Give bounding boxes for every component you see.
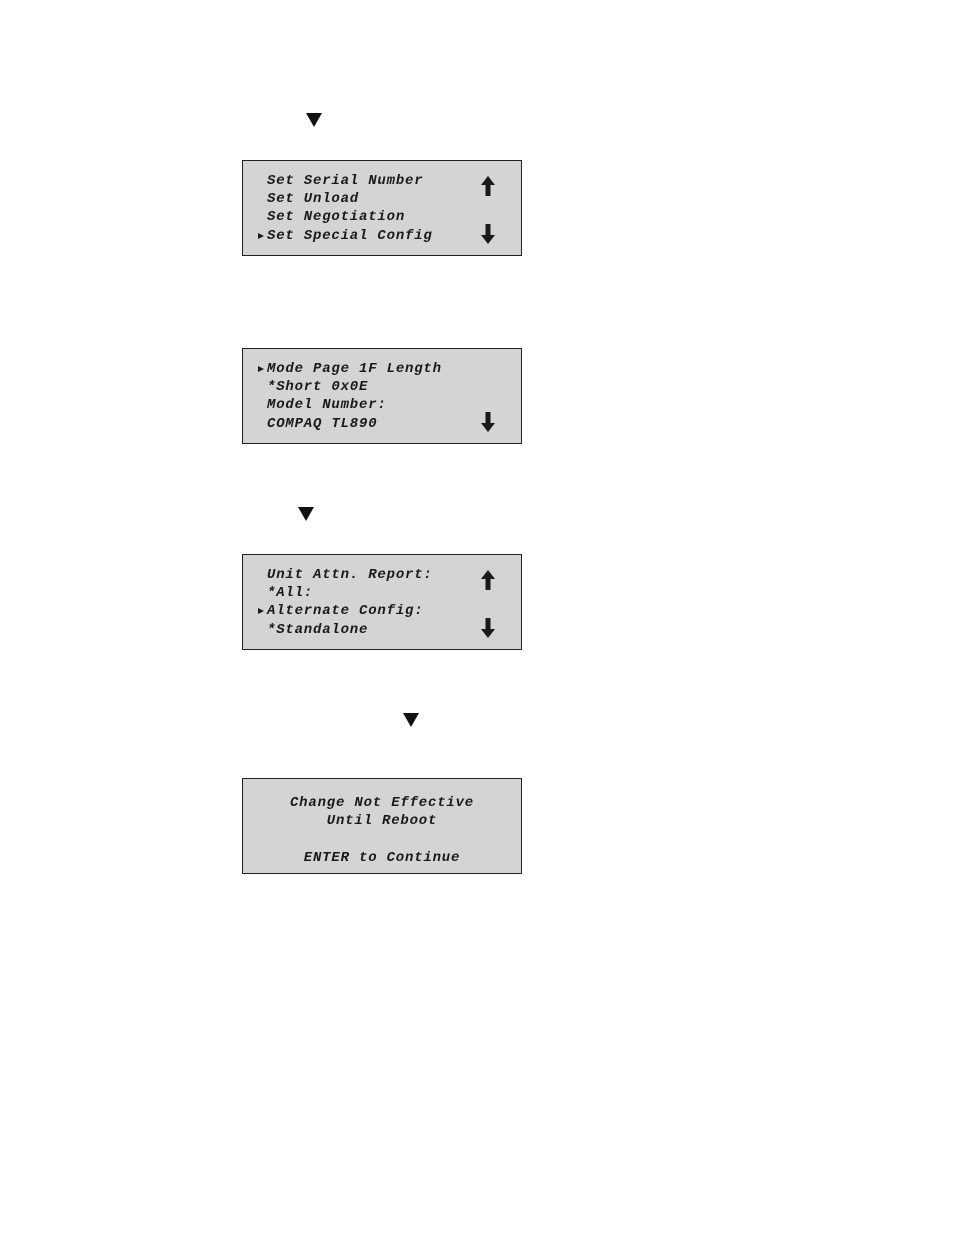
message-line: Change Not Effective bbox=[289, 795, 475, 811]
lcd-screen-3: Unit Attn. Report: *All: Alternate Confi… bbox=[242, 554, 522, 650]
message-line: ENTER to Continue bbox=[303, 850, 461, 866]
arrow-up-icon bbox=[481, 570, 495, 590]
lcd-screen-4: Change Not Effective Until Reboot ENTER … bbox=[242, 778, 522, 874]
menu-item: Set Unload bbox=[267, 191, 360, 207]
down-triangle-icon bbox=[403, 713, 419, 727]
menu-item-selected: Mode Page 1F Length bbox=[267, 361, 442, 377]
menu-item: *Standalone bbox=[267, 622, 369, 638]
down-triangle-icon bbox=[306, 113, 322, 127]
arrow-down-icon bbox=[481, 224, 495, 244]
lcd-screen-2: Mode Page 1F Length *Short 0x0E Model Nu… bbox=[242, 348, 522, 444]
lcd-screen-1: Set Serial Number Set Unload Set Negotia… bbox=[242, 160, 522, 256]
arrow-down-icon bbox=[481, 618, 495, 638]
message-line bbox=[243, 830, 521, 848]
menu-item: Model Number: bbox=[267, 397, 387, 413]
message-line: Until Reboot bbox=[326, 813, 438, 829]
menu-item: *Short 0x0E bbox=[267, 379, 369, 395]
menu-item-selected: Alternate Config: bbox=[267, 603, 424, 619]
down-triangle-icon bbox=[298, 507, 314, 521]
menu-item: *All: bbox=[267, 585, 314, 601]
menu-item: Unit Attn. Report: bbox=[267, 567, 433, 583]
arrow-down-icon bbox=[481, 412, 495, 432]
selection-pointer-icon bbox=[258, 366, 264, 372]
arrow-up-icon bbox=[481, 176, 495, 196]
selection-pointer-icon bbox=[258, 608, 264, 614]
menu-item: Set Serial Number bbox=[267, 173, 424, 189]
menu-item: Set Negotiation bbox=[267, 209, 406, 225]
menu-item-selected: Set Special Config bbox=[267, 228, 433, 244]
menu-item: COMPAQ TL890 bbox=[267, 416, 378, 432]
selection-pointer-icon bbox=[258, 233, 264, 239]
